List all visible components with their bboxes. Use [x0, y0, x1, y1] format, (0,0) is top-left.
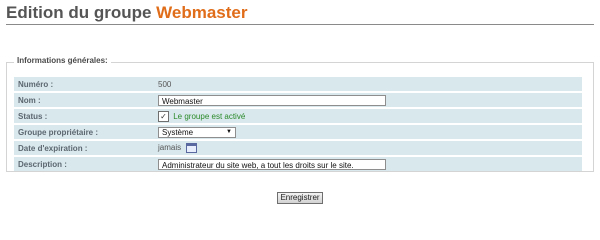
- chevron-down-icon: ▼: [226, 128, 232, 135]
- description-input[interactable]: Administrateur du site web, a tout les d…: [158, 158, 386, 170]
- status-checkbox-label[interactable]: Le groupe est activé: [173, 112, 245, 121]
- owner-group-selected: Système: [162, 127, 194, 137]
- page-title-text: Edition du groupe: [6, 3, 152, 22]
- form-row-number: Numéro : 500: [14, 77, 582, 91]
- group-form-table: Numéro : 500 Nom : Webmaster Status : ✓ …: [14, 75, 582, 173]
- form-row-name: Nom : Webmaster: [14, 93, 582, 107]
- calendar-icon[interactable]: [186, 143, 198, 153]
- description-label: Description :: [14, 157, 154, 171]
- expiration-value: jamais: [158, 143, 182, 153]
- name-input[interactable]: Webmaster: [158, 94, 386, 106]
- form-row-description: Description : Administrateur du site web…: [14, 157, 582, 171]
- owner-group-select[interactable]: Système ▼: [158, 126, 236, 138]
- page-title: Edition du groupe Webmaster: [6, 3, 248, 23]
- expiration-label: Date d'expiration :: [14, 141, 154, 155]
- name-label: Nom :: [14, 93, 154, 107]
- status-label: Status :: [14, 109, 154, 123]
- form-row-owner-group: Groupe propriétaire : Système ▼: [14, 125, 582, 139]
- fieldset-legend: Informations générales:: [14, 56, 111, 65]
- number-label: Numéro :: [14, 77, 154, 91]
- status-checkbox[interactable]: ✓: [158, 110, 169, 122]
- number-value: 500: [154, 77, 582, 91]
- form-row-expiration: Date d'expiration : jamais: [14, 141, 582, 155]
- save-button[interactable]: Enregistrer: [277, 192, 323, 204]
- page-title-group-name: Webmaster: [156, 3, 248, 22]
- title-divider: [6, 24, 594, 25]
- form-row-status: Status : ✓ Le groupe est activé: [14, 109, 582, 123]
- owner-group-label: Groupe propriétaire :: [14, 125, 154, 139]
